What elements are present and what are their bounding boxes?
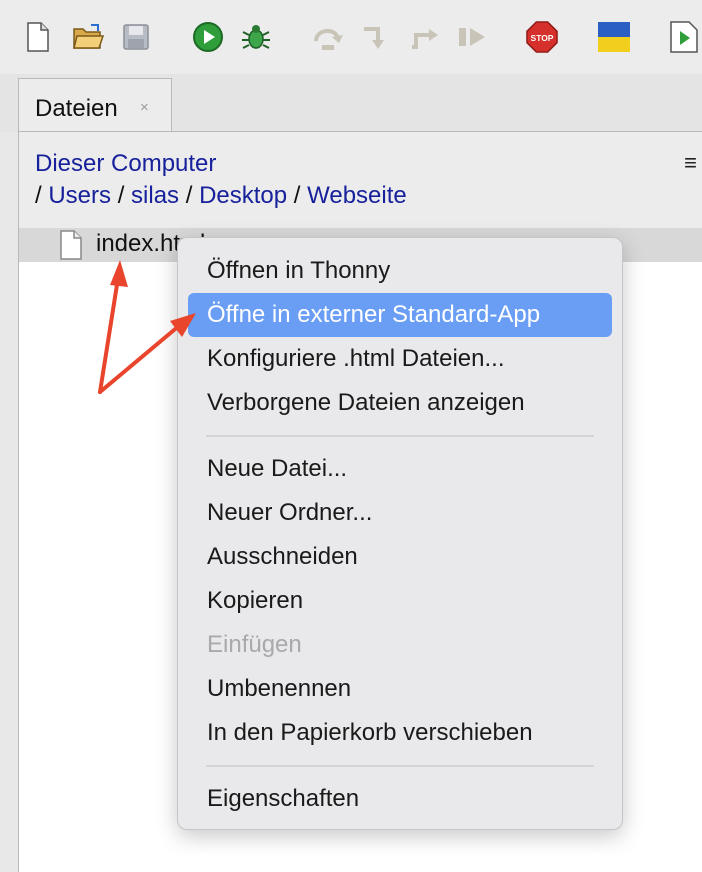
breadcrumb-link-silas[interactable]: silas xyxy=(131,182,179,209)
menu-item-label: Neuer Ordner... xyxy=(207,499,373,526)
menu-item-label: Verborgene Dateien anzeigen xyxy=(207,389,525,416)
breadcrumb-link-webseite[interactable]: Webseite xyxy=(307,182,407,209)
menu-item-label: Neue Datei... xyxy=(207,455,348,482)
breadcrumb-separator: / xyxy=(185,182,193,209)
resume-icon xyxy=(459,28,485,46)
run-button[interactable] xyxy=(192,20,224,54)
menu-item-label: Umbenennen xyxy=(207,675,352,702)
menu-item-open-external-app[interactable]: Öffne in externer Standard-App xyxy=(188,293,612,337)
menu-item-open-in-thonny[interactable]: Öffnen in Thonny xyxy=(188,249,612,293)
tab-label: Dateien xyxy=(35,95,118,122)
toolbar: STOP xyxy=(0,0,702,74)
menu-item-cut[interactable]: Ausschneiden xyxy=(188,535,612,579)
ukraine-flag-icon xyxy=(598,22,630,52)
menu-item-paste: Einfügen xyxy=(188,623,612,667)
step-into-icon xyxy=(364,27,384,49)
breadcrumb-root-link[interactable]: Dieser Computer xyxy=(35,150,216,177)
menu-item-new-file[interactable]: Neue Datei... xyxy=(188,447,612,491)
menu-item-label: Ausschneiden xyxy=(207,543,358,570)
breadcrumb-separator: / xyxy=(117,182,125,209)
breadcrumb: Dieser Computer / Users / silas / Deskto… xyxy=(19,132,702,228)
context-menu: Öffnen in Thonny Öffne in externer Stand… xyxy=(177,237,623,830)
breadcrumb-link-users[interactable]: Users xyxy=(48,182,111,209)
menu-item-label: Einfügen xyxy=(207,631,302,658)
run-icon xyxy=(193,22,223,52)
tab-close-icon[interactable]: × xyxy=(140,99,149,116)
menu-item-label: Öffne in externer Standard-App xyxy=(207,301,541,328)
breadcrumb-line-2: / Users / silas / Desktop / Webseite xyxy=(35,182,407,210)
hamburger-menu-icon[interactable]: ≡ xyxy=(684,150,697,176)
menu-item-label: Kopieren xyxy=(207,587,304,614)
file-icon xyxy=(60,230,82,260)
breadcrumb-separator: / xyxy=(293,182,301,209)
menu-item-label: In den Papierkorb verschieben xyxy=(207,719,533,746)
menu-item-rename[interactable]: Umbenennen xyxy=(188,667,612,711)
menu-separator xyxy=(206,765,594,767)
menu-item-configure-html-files[interactable]: Konfiguriere .html Dateien... xyxy=(188,337,612,381)
menu-item-label: Konfiguriere .html Dateien... xyxy=(207,345,505,372)
save-button[interactable] xyxy=(120,20,152,54)
step-into-button[interactable] xyxy=(360,20,392,54)
menu-item-label: Öffnen in Thonny xyxy=(207,257,391,284)
tab-strip: Dateien × xyxy=(0,74,702,132)
new-file-icon xyxy=(27,22,49,52)
menu-item-move-to-trash[interactable]: In den Papierkorb verschieben xyxy=(188,711,612,755)
open-folder-button[interactable] xyxy=(72,20,104,54)
menu-item-new-folder[interactable]: Neuer Ordner... xyxy=(188,491,612,535)
new-file-button[interactable] xyxy=(22,20,54,54)
menu-separator xyxy=(206,435,594,437)
menu-item-label: Eigenschaften xyxy=(207,785,360,812)
menu-item-copy[interactable]: Kopieren xyxy=(188,579,612,623)
breadcrumb-separator: / xyxy=(35,182,42,209)
stop-button[interactable]: STOP xyxy=(526,20,558,54)
stop-icon: STOP xyxy=(526,21,558,53)
step-over-icon xyxy=(314,29,343,50)
save-icon xyxy=(123,24,149,50)
breadcrumb-link-desktop[interactable]: Desktop xyxy=(199,182,287,209)
debug-button[interactable] xyxy=(240,20,272,54)
open-folder-icon xyxy=(73,24,104,49)
ukraine-flag-button[interactable] xyxy=(598,20,630,54)
breadcrumb-line-1: Dieser Computer xyxy=(35,150,216,178)
menu-item-show-hidden-files[interactable]: Verborgene Dateien anzeigen xyxy=(188,381,612,425)
debug-bug-icon xyxy=(242,25,270,49)
step-out-icon xyxy=(412,29,438,49)
step-over-button[interactable] xyxy=(312,20,344,54)
stop-label: STOP xyxy=(531,33,554,43)
step-out-button[interactable] xyxy=(410,20,442,54)
run-page-icon xyxy=(670,21,698,53)
resume-button[interactable] xyxy=(456,20,488,54)
menu-item-properties[interactable]: Eigenschaften xyxy=(188,777,612,821)
run-page-button[interactable] xyxy=(668,20,700,54)
tab-files[interactable]: Dateien × xyxy=(18,78,172,132)
